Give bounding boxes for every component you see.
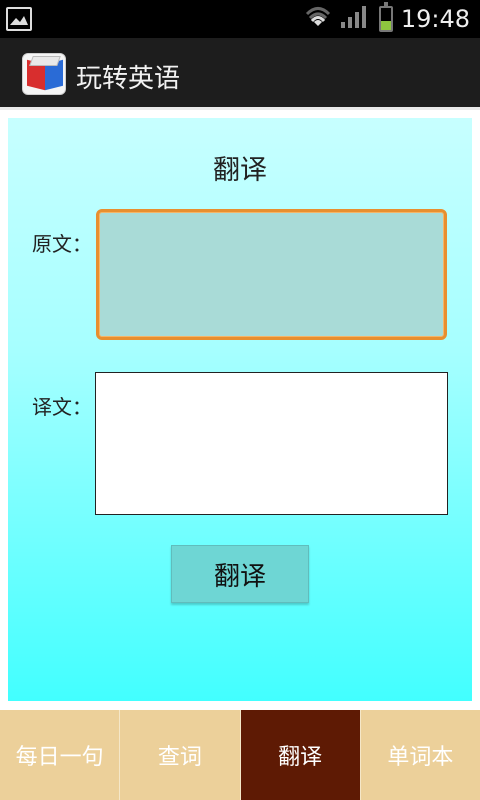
clock: 19:48	[400, 5, 470, 33]
bottom-nav: 每日一句 查词 翻译 单词本	[0, 710, 480, 800]
wifi-icon	[305, 4, 331, 34]
translation-output-field[interactable]	[95, 372, 448, 515]
target-label: 译文：	[32, 395, 92, 419]
app-bar: 玩转英语	[0, 38, 480, 110]
tab-lookup-word[interactable]: 查词	[120, 710, 241, 800]
source-label: 原文：	[32, 232, 92, 256]
battery-icon	[378, 2, 393, 32]
app-title: 玩转英语	[76, 64, 181, 94]
battery-level	[380, 21, 391, 30]
tab-daily-sentence[interactable]: 每日一句	[0, 710, 121, 800]
translate-button[interactable]: 翻译	[171, 545, 309, 603]
image-icon	[6, 7, 32, 31]
translate-content: 翻译 原文： 译文： 翻译	[8, 118, 472, 701]
app-cube-icon[interactable]	[22, 53, 66, 95]
tab-wordbook[interactable]: 单词本	[360, 710, 480, 800]
source-text-input[interactable]	[96, 209, 447, 340]
app-cube-top-face	[29, 56, 61, 66]
page-title: 翻译	[213, 155, 267, 186]
status-right-group: 19:48	[305, 0, 470, 38]
signal-icon	[339, 4, 369, 34]
status-bar: 19:48	[0, 0, 480, 38]
tab-translate[interactable]: 翻译	[240, 710, 361, 800]
